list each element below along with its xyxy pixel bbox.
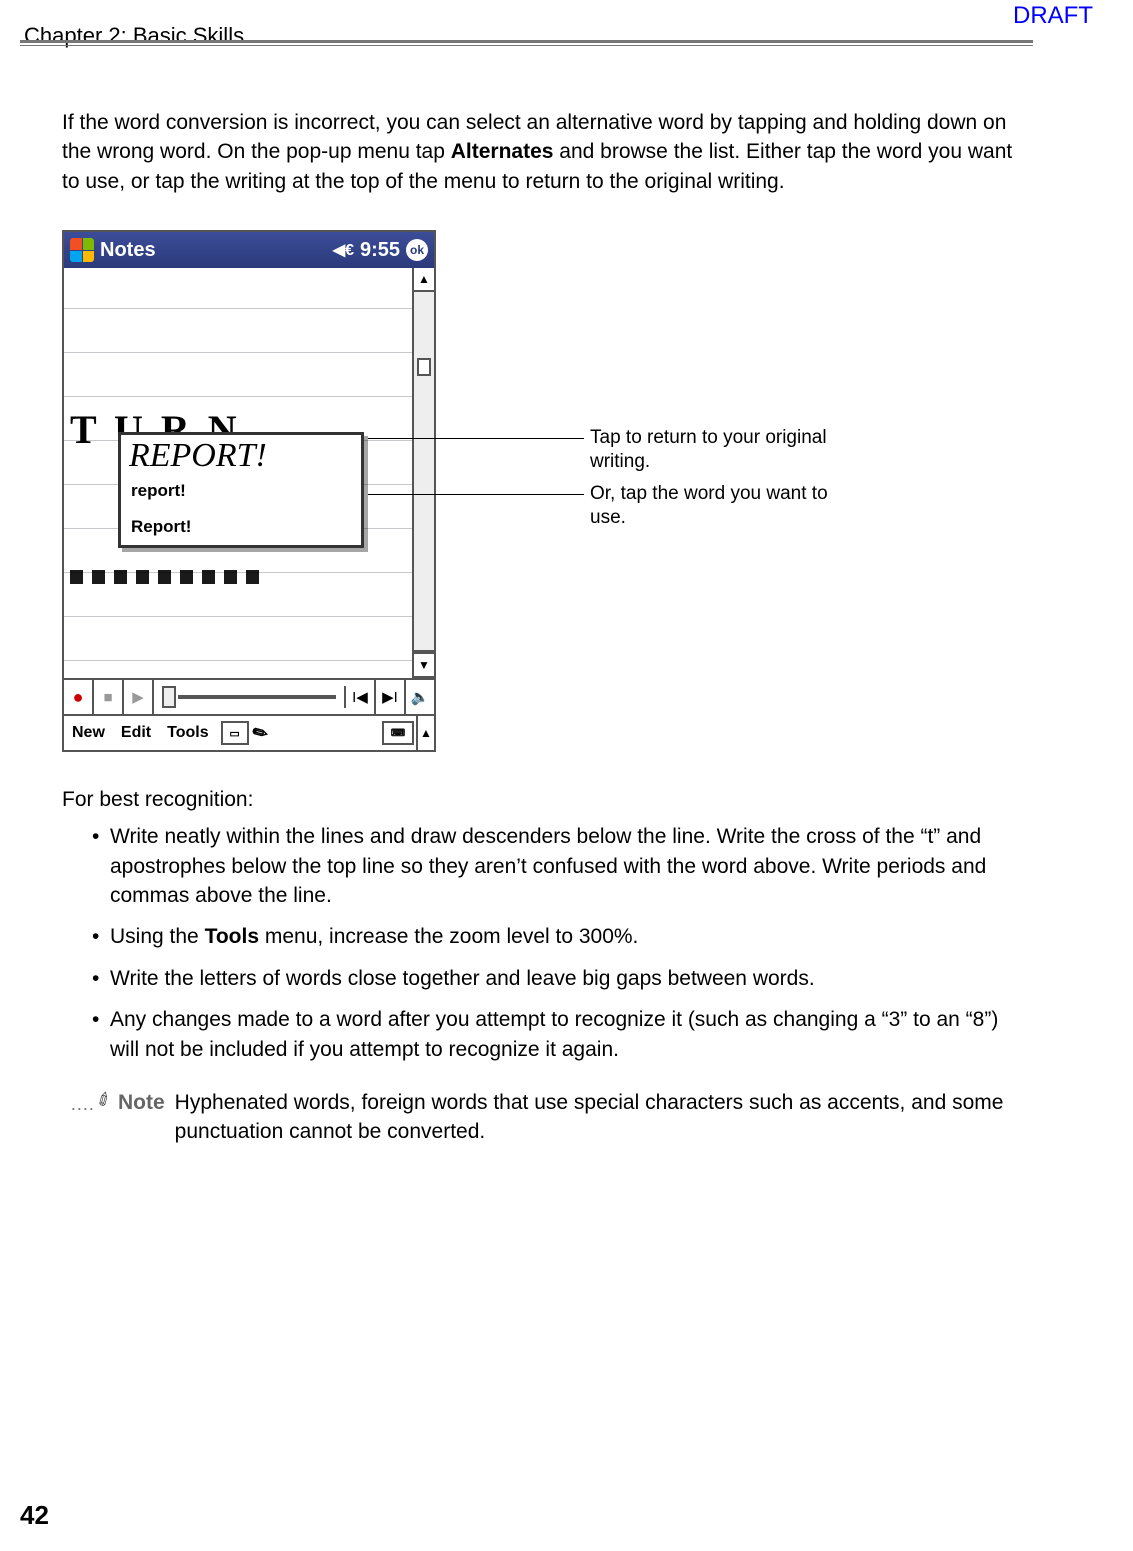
scroll-down-icon[interactable]: ▼ — [414, 652, 434, 678]
keyboard-icon[interactable]: ⌨ — [382, 721, 414, 745]
pen-icon[interactable]: ✎ — [248, 720, 272, 746]
stop-button[interactable]: ■ — [94, 680, 124, 714]
note-block: ....✐ Note Hyphenated words, foreign wor… — [62, 1088, 1022, 1147]
alternates-keyword: Alternates — [451, 140, 554, 163]
note-text: Hyphenated words, foreign words that use… — [175, 1088, 1022, 1147]
callout-line-1 — [368, 438, 584, 439]
record-button[interactable]: ● — [64, 680, 94, 714]
start-icon[interactable] — [70, 238, 94, 262]
device-menubar: New Edit Tools ▭ ✎ ⌨ ▲ — [64, 714, 434, 750]
scroll-thumb[interactable] — [417, 358, 431, 376]
tip-2c: menu, increase the zoom level to 300%. — [259, 925, 638, 948]
menu-tools[interactable]: Tools — [159, 724, 216, 742]
slider-thumb[interactable] — [162, 686, 176, 708]
intro-paragraph: If the word conversion is incorrect, you… — [62, 108, 1022, 196]
alternates-popup: REPORT! report! Report! — [118, 432, 364, 548]
tip-1: Write neatly within the lines and draw d… — [92, 822, 1022, 910]
tip-4: Any changes made to a word after you att… — [92, 1005, 1022, 1064]
figure: Notes ◀€ 9:55 ok T U R N REPORT! — [62, 230, 1022, 752]
draft-watermark: DRAFT — [1013, 2, 1093, 30]
clock: 9:55 — [360, 239, 400, 262]
playback-slider[interactable] — [154, 686, 346, 708]
input-panel-chevron-icon[interactable]: ▲ — [416, 716, 434, 750]
tip-2a: Using the — [110, 925, 205, 948]
popup-original-writing[interactable]: REPORT! — [121, 435, 361, 473]
view-mode-icon[interactable]: ▭ — [221, 721, 249, 745]
device-screenshot: Notes ◀€ 9:55 ok T U R N REPORT! — [62, 230, 436, 752]
playback-toolbar: ● ■ ▶ I◀ ▶I 🔈 — [64, 678, 434, 714]
scroll-track[interactable] — [414, 292, 434, 652]
selection-highlight — [70, 570, 260, 584]
note-icon: ....✐ — [62, 1088, 112, 1147]
tips-heading: For best recognition: — [62, 788, 1022, 812]
volume-icon[interactable]: ◀€ — [333, 240, 354, 260]
menu-new[interactable]: New — [64, 724, 113, 742]
callout-1: Tap to return to your original writing. — [590, 426, 866, 474]
next-button[interactable]: ▶I — [376, 680, 406, 714]
tips-list: Write neatly within the lines and draw d… — [92, 822, 1022, 1064]
note-label: Note — [118, 1088, 165, 1147]
vertical-scrollbar[interactable]: ▲ ▼ — [412, 268, 434, 678]
alternate-1[interactable]: report! — [121, 473, 361, 509]
callout-2: Or, tap the word you want to use. — [590, 482, 866, 530]
ok-button[interactable]: ok — [406, 239, 428, 261]
app-title: Notes — [100, 239, 156, 262]
tip-3: Write the letters of words close togethe… — [92, 964, 1022, 993]
play-button[interactable]: ▶ — [124, 680, 154, 714]
tip-2: Using the Tools menu, increase the zoom … — [92, 922, 1022, 951]
header-rule-thick — [20, 40, 1033, 43]
page-number: 42 — [20, 1500, 49, 1531]
menu-edit[interactable]: Edit — [113, 724, 159, 742]
audio-icon[interactable]: 🔈 — [406, 680, 434, 714]
tools-keyword: Tools — [205, 925, 259, 948]
callout-line-2 — [368, 494, 584, 495]
writing-canvas[interactable]: T U R N REPORT! report! Report! — [64, 268, 412, 678]
device-titlebar: Notes ◀€ 9:55 ok — [64, 232, 434, 268]
prev-button[interactable]: I◀ — [346, 680, 376, 714]
alternate-2[interactable]: Report! — [121, 509, 361, 545]
header-rule-thin — [20, 45, 1033, 46]
scroll-up-icon[interactable]: ▲ — [414, 268, 434, 292]
